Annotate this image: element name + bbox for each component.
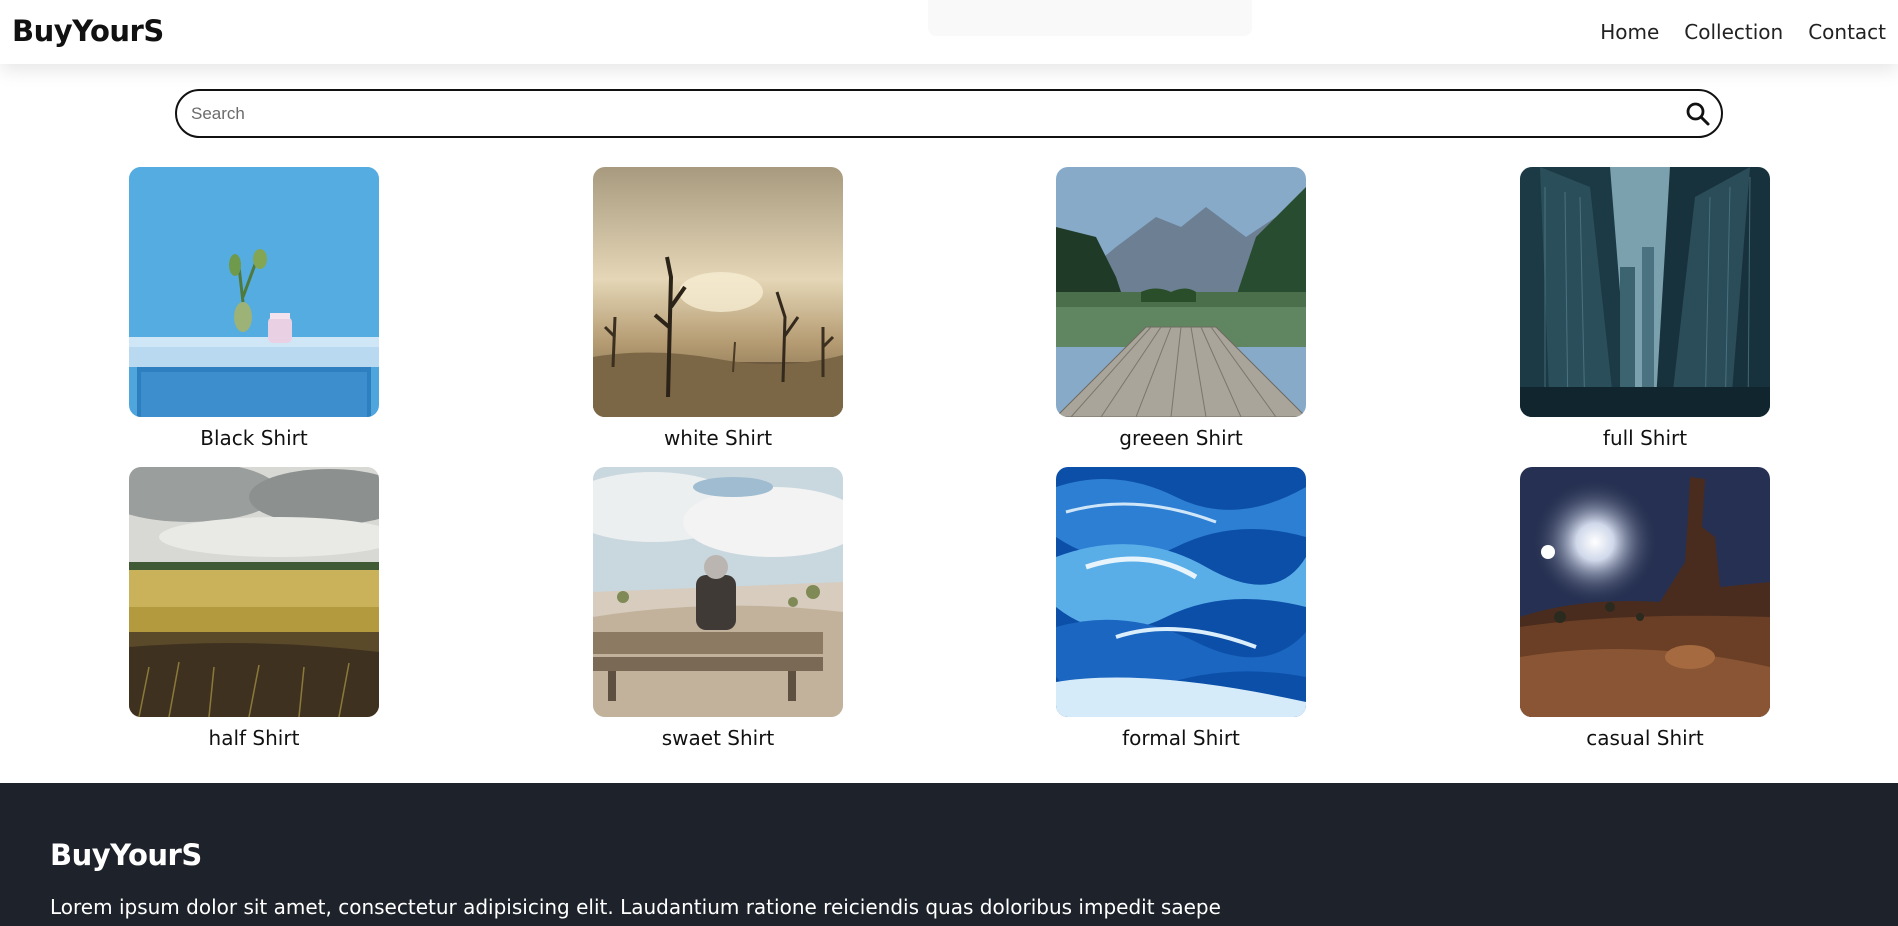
product-name: white Shirt [663,426,773,450]
product-card[interactable]: half Shirt [129,467,379,757]
product-name: greeen Shirt [1119,426,1243,450]
brand-logo[interactable]: BuyYourS [12,14,164,48]
product-name: full Shirt [1602,426,1688,450]
product-grid: Black Shirt white Shirt greeen Shirt ful… [0,167,1898,767]
product-card[interactable]: white Shirt [593,167,843,457]
product-image-desert-night[interactable] [1520,467,1770,717]
product-card[interactable]: formal Shirt [1056,467,1306,757]
product-image-bench[interactable] [593,467,843,717]
nav-links: Home Collection Contact [1600,20,1898,44]
nav-link-contact[interactable]: Contact [1808,20,1886,44]
product-card[interactable]: full Shirt [1520,167,1770,457]
product-card[interactable]: swaet Shirt [593,467,843,757]
search-bar [175,89,1723,138]
product-name: formal Shirt [1122,726,1240,750]
product-name: half Shirt [208,726,300,750]
product-image-misty-trees[interactable] [593,167,843,417]
product-name: swaet Shirt [661,726,775,750]
nav-link-home[interactable]: Home [1600,20,1659,44]
nav-link-collection[interactable]: Collection [1684,20,1783,44]
faded-notification [928,0,1252,36]
product-image-city[interactable] [1520,167,1770,417]
product-name: Black Shirt [200,426,308,450]
footer-description: Lorem ipsum dolor sit amet, consectetur … [50,895,1221,919]
product-image-blue-table[interactable] [129,167,379,417]
footer: BuyYourS Lorem ipsum dolor sit amet, con… [0,783,1898,926]
product-card[interactable]: greeen Shirt [1056,167,1306,457]
search-icon[interactable] [1685,101,1711,127]
product-image-lake-pier[interactable] [1056,167,1306,417]
product-name: casual Shirt [1586,726,1704,750]
footer-brand: BuyYourS [50,838,202,872]
product-card[interactable]: casual Shirt [1520,467,1770,757]
product-card[interactable]: Black Shirt [129,167,379,457]
search-input[interactable] [191,91,1661,136]
product-image-ocean[interactable] [1056,467,1306,717]
product-image-wheat-field[interactable] [129,467,379,717]
